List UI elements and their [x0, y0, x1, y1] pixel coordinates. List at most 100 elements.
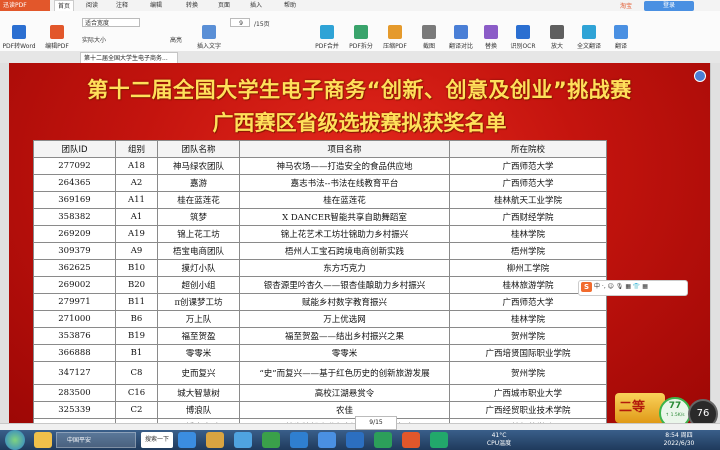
table-cell: A19: [115, 225, 158, 243]
table-cell: 万上优选网: [239, 310, 450, 328]
translate-icon: [582, 25, 596, 39]
actual-size-button[interactable]: 实际大小: [82, 35, 106, 44]
taobao-link[interactable]: 淘宝: [620, 1, 632, 10]
column-header: 所在院校: [449, 140, 607, 158]
pdf-reader-taskbar-icon[interactable]: [402, 432, 420, 448]
table-body: 277092 A18 神马绿农团队 神马农场——打造安全的食品供应地 广西师范大学 264…: [33, 157, 607, 423]
pdf-to-word-button[interactable]: PDF转Word: [2, 25, 36, 50]
column-header: 团队名称: [157, 140, 240, 158]
tab-read[interactable]: 阅读: [86, 0, 98, 11]
status-page-navigator[interactable]: 9/15: [355, 416, 397, 430]
split-icon: [354, 25, 368, 39]
pdf-app-icon[interactable]: [430, 432, 448, 448]
table-cell: 264365: [33, 174, 116, 192]
table-row: 269002 B20 超创小组 银杏源里吟杏久——银杏佳酿助力乡村振兴 桂林旅游学院: [33, 276, 607, 294]
column-header: 项目名称: [239, 140, 450, 158]
excel-app-icon[interactable]: [374, 432, 392, 448]
ribbon-toolbar: PDF转Word 编辑PDF 适合宽度 实际大小 9 /15页 高亮 插入文字 …: [0, 11, 720, 52]
folder-icon[interactable]: [206, 432, 224, 448]
system-clock[interactable]: 8:54 周四 2022/6/30: [660, 432, 698, 448]
replace-button[interactable]: 替换: [474, 25, 508, 50]
table-row: 325339 C2 博浪队 农佳 广西经贸职业技术学院: [33, 401, 607, 419]
floating-assistant-icon[interactable]: [694, 70, 706, 82]
app-menu-button[interactable]: 迅读PDF: [0, 0, 50, 11]
column-header: 团队ID: [33, 140, 116, 158]
table-cell: 桂在蓝莲花: [239, 191, 450, 209]
ime-tool-icons[interactable]: 中 ·, ☺ 🎙 ▦ 👕 ▦: [594, 282, 648, 292]
fulltext-translate-button[interactable]: 全文翻译: [572, 25, 606, 50]
table-cell: 309379: [33, 242, 116, 260]
taskbar-app-pingan[interactable]: 中国平安: [56, 432, 136, 448]
table-row: 271000 B6 万上队 万上优选网 桂林学院: [33, 310, 607, 328]
tab-annotate[interactable]: 注释: [116, 0, 128, 11]
zoom-mode-select[interactable]: 适合宽度: [82, 18, 140, 27]
start-button[interactable]: [5, 430, 25, 450]
table-cell: 桂在蓝莲花: [157, 191, 240, 209]
edit-icon: [50, 25, 64, 39]
translate-button[interactable]: 翻译: [604, 25, 638, 50]
page-number-input[interactable]: 9: [230, 18, 250, 27]
document-tab[interactable]: 第十二届全国大学生电子商务...: [80, 52, 178, 63]
login-button[interactable]: 登录: [644, 1, 694, 11]
edit-pdf-button[interactable]: 编辑PDF: [40, 25, 74, 50]
word-app-icon[interactable]: [346, 432, 364, 448]
table-cell: 桂林学院: [449, 310, 607, 328]
column-header: 组别: [115, 140, 158, 158]
compare-button[interactable]: 翻译对比: [444, 25, 478, 50]
taskbar-search-button[interactable]: 搜索一下: [141, 432, 173, 448]
screenshot-button[interactable]: 截图: [412, 25, 446, 50]
table-cell: 神马农场——打造安全的食品供应地: [239, 157, 450, 175]
table-cell: 广西师范大学: [449, 174, 607, 192]
table-cell: 东方巧克力: [239, 259, 450, 277]
table-cell: 万上队: [157, 310, 240, 328]
table-cell: A1: [115, 208, 158, 226]
table-row: 347127 C8 史而复兴 “史”而复兴——基于红色历史的创新旅游发展 贺州学院: [33, 361, 607, 385]
clock-date: 2022/6/30: [663, 440, 695, 447]
table-cell: 358382: [33, 208, 116, 226]
media-player-icon[interactable]: [234, 432, 252, 448]
table-cell: 269209: [33, 225, 116, 243]
highlight-button[interactable]: 高亮: [170, 35, 182, 44]
table-cell: 269002: [33, 276, 116, 294]
table-row: 309379 A9 梧宝电商团队 梧州人工宝石跨境电商创新实践 梧州学院: [33, 242, 607, 260]
table-cell: 广西培贤国际职业学院: [449, 344, 607, 362]
tab-insert[interactable]: 插入: [250, 0, 262, 11]
insert-text-button[interactable]: 插入文字: [192, 25, 226, 50]
zoom-in-button[interactable]: 放大: [540, 25, 574, 50]
sogou-icon[interactable]: S: [581, 282, 592, 292]
tab-edit[interactable]: 编辑: [150, 0, 162, 11]
speed-rate: ↑ 1.5K/s: [665, 413, 685, 418]
table-cell: C8: [115, 361, 158, 385]
award-badge: 二等: [615, 393, 665, 423]
tab-help[interactable]: 帮助: [284, 0, 296, 11]
table-cell: 超创小组: [157, 276, 240, 294]
tab-convert[interactable]: 转换: [186, 0, 198, 11]
magnifier-icon: [550, 25, 564, 39]
table-cell: B10: [115, 259, 158, 277]
cpu-temperature: 41°C CPU温度: [486, 432, 512, 447]
chrome-icon[interactable]: [262, 432, 280, 448]
app-icon[interactable]: [318, 432, 336, 448]
table-cell: A18: [115, 157, 158, 175]
cloud-icon[interactable]: [290, 432, 308, 448]
ie-browser-icon[interactable]: [178, 432, 196, 448]
table-cell: A2: [115, 174, 158, 192]
table-cell: 362625: [33, 259, 116, 277]
table-cell: C2: [115, 401, 158, 419]
table-cell: 梧宝电商团队: [157, 242, 240, 260]
ocr-button[interactable]: 识别OCR: [506, 25, 540, 50]
compress-button[interactable]: 压缩PDF: [378, 25, 412, 50]
document-subtitle: 广西赛区省级选拔赛拟获奖名单: [212, 111, 507, 135]
table-cell: B1: [115, 344, 158, 362]
split-button[interactable]: PDF拆分: [344, 25, 378, 50]
table-cell: 325339: [33, 401, 116, 419]
table-cell: 柳州工学院: [449, 259, 607, 277]
right-sidebar[interactable]: [710, 63, 720, 423]
merge-button[interactable]: PDF合并: [310, 25, 344, 50]
page-total: /15页: [254, 21, 270, 28]
table-cell: 史而复兴: [157, 361, 240, 385]
table-cell: A9: [115, 242, 158, 260]
tab-page[interactable]: 页面: [218, 0, 230, 11]
table-cell: 福至贺盈: [157, 327, 240, 345]
explorer-icon[interactable]: [34, 432, 52, 448]
